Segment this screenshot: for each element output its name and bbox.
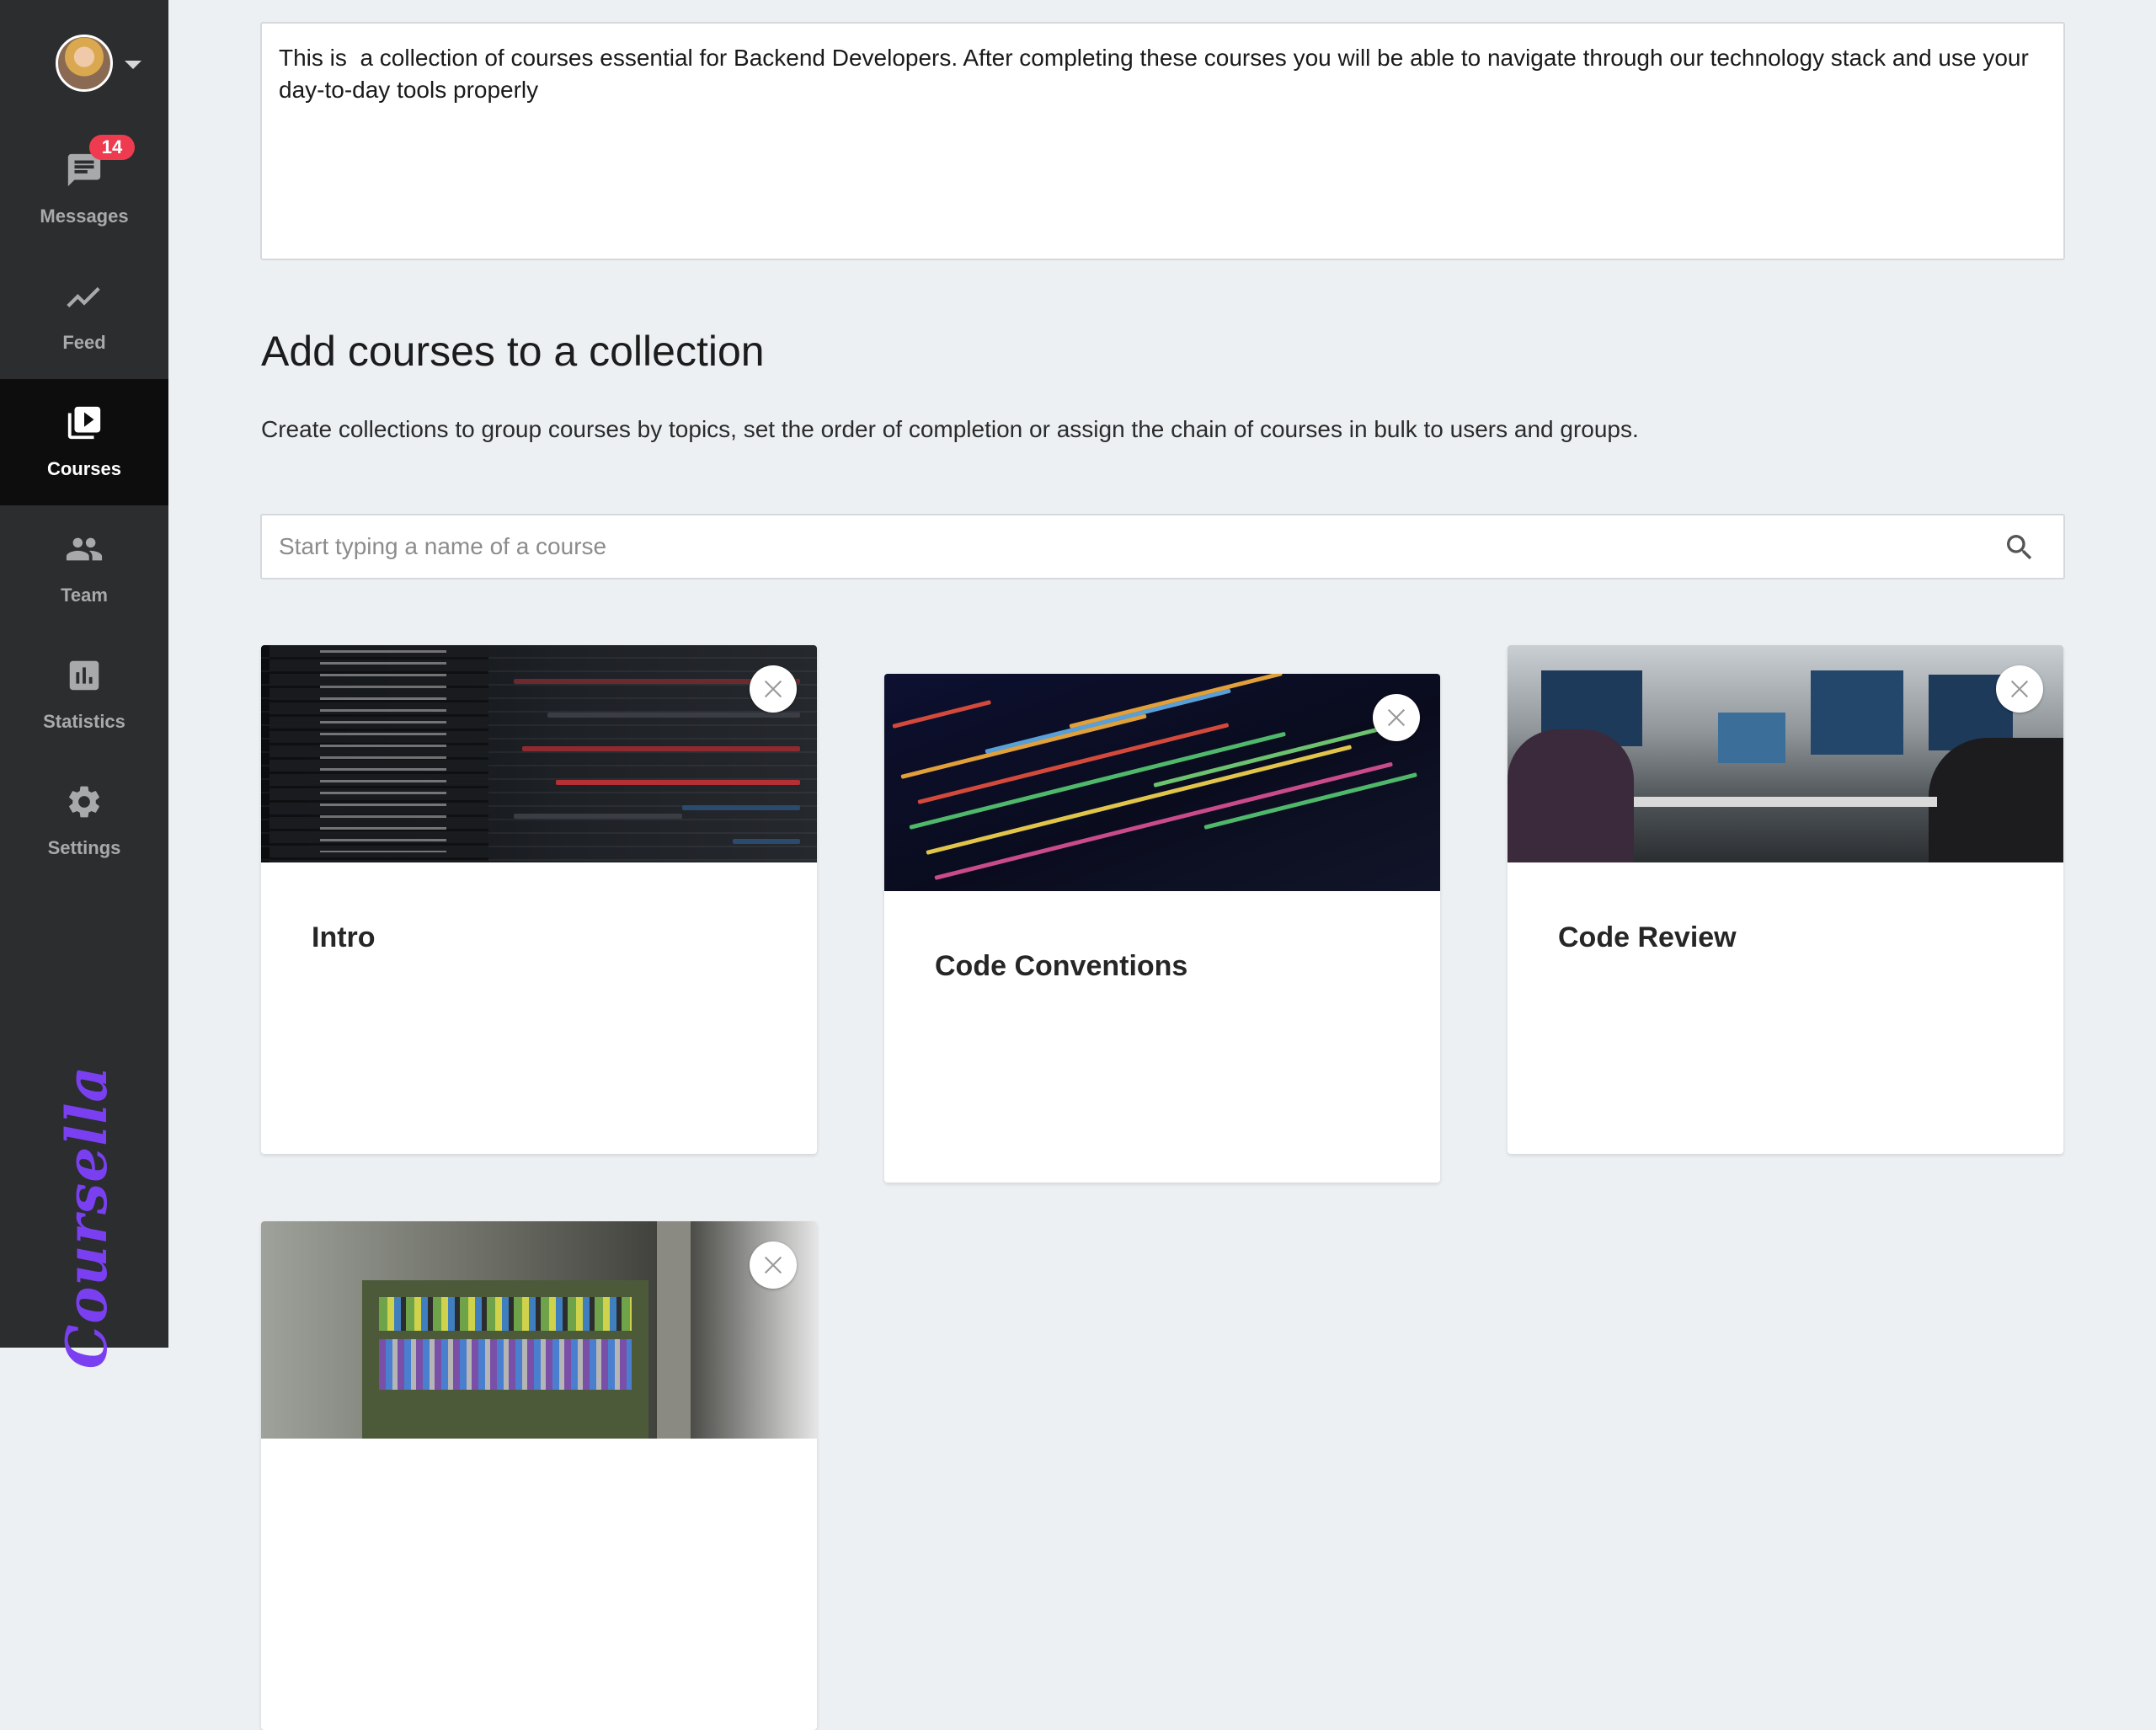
sidebar-item-label: Messages	[40, 206, 129, 227]
close-icon	[764, 1256, 782, 1274]
sidebar-item-statistics[interactable]: Statistics	[0, 632, 168, 758]
feed-trend-icon	[65, 277, 104, 316]
chevron-down-icon[interactable]	[125, 61, 141, 69]
team-people-icon	[65, 530, 104, 569]
course-thumbnail	[884, 674, 1440, 891]
statistics-bar-icon	[65, 656, 104, 695]
sidebar-item-courses[interactable]: Courses	[0, 379, 168, 505]
course-title: Code Review	[1558, 921, 1737, 953]
brand-logo-text: Coursella	[54, 1065, 120, 1370]
course-thumbnail	[261, 645, 817, 862]
course-card-code-review[interactable]: Code Review	[1508, 645, 2063, 1154]
section-heading: Add courses to a collection	[261, 328, 765, 375]
close-icon	[764, 680, 782, 698]
section-description: Create collections to group courses by t…	[261, 416, 1639, 442]
course-thumbnail	[261, 1221, 817, 1439]
remove-course-button[interactable]	[750, 1241, 797, 1289]
course-card-hardware[interactable]	[261, 1221, 817, 1730]
course-search	[260, 514, 2065, 579]
course-search-input[interactable]	[277, 515, 1961, 578]
course-title: Code Conventions	[935, 950, 1188, 982]
settings-gear-icon	[65, 782, 104, 821]
profile-menu[interactable]	[0, 0, 168, 126]
remove-course-button[interactable]	[1373, 694, 1420, 741]
avatar[interactable]	[56, 35, 113, 92]
courses-play-icon	[65, 403, 104, 442]
remove-course-button[interactable]	[750, 665, 797, 713]
sidebar-item-label: Statistics	[43, 711, 125, 732]
sidebar-item-label: Settings	[47, 837, 121, 858]
course-title: Intro	[312, 921, 376, 953]
search-icon[interactable]	[2003, 531, 2036, 564]
brand-logo[interactable]: Coursella	[49, 1065, 125, 1369]
sidebar: Messages 14 Feed Courses Team Statistics…	[0, 0, 168, 1369]
sidebar-item-feed[interactable]: Feed	[0, 253, 168, 379]
collection-description-field[interactable]: This is a collection of courses essentia…	[260, 22, 2065, 260]
sidebar-item-settings[interactable]: Settings	[0, 758, 168, 884]
sidebar-item-messages[interactable]: Messages	[0, 126, 168, 253]
sidebar-item-label: Team	[61, 585, 108, 606]
close-icon	[2010, 680, 2029, 698]
course-thumbnail	[1508, 645, 2063, 862]
remove-course-button[interactable]	[1996, 665, 2043, 713]
sidebar-item-team[interactable]: Team	[0, 505, 168, 632]
unread-count-badge: 14	[89, 135, 135, 160]
sidebar-item-label: Feed	[62, 332, 106, 353]
course-card-code-conventions[interactable]: Code Conventions	[884, 674, 1440, 1183]
course-card-intro[interactable]: Intro	[261, 645, 817, 1154]
close-icon	[1387, 708, 1406, 727]
sidebar-item-label: Courses	[46, 458, 122, 479]
